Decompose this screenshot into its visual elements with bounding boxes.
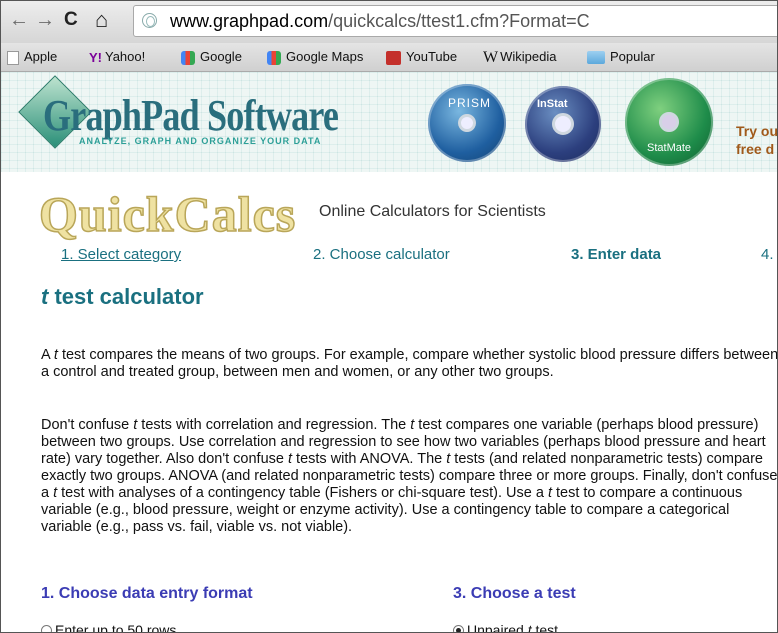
bookmark-apple[interactable]: Apple [7,48,57,66]
back-button[interactable]: ← [9,10,29,30]
url-text: www.graphpad.com/quickcalcs/ttest1.cfm?F… [170,11,590,31]
graphpad-banner: GraphPad Software ANALYZE, GRAPH AND ORG… [1,72,777,172]
graphpad-logo-text[interactable]: GraphPad Software [43,90,339,141]
home-button[interactable]: ⌂ [95,9,108,31]
youtube-icon [386,50,401,65]
option-enter-50-rows[interactable]: Enter up to 50 rows. [41,622,180,632]
intro-paragraph: A t test compares the means of two group… [41,347,777,380]
yahoo-icon: Y! [89,49,102,65]
step-choose-calculator: 2. Choose calculator [313,246,450,263]
folder-icon [587,51,605,65]
statmate-cd-icon[interactable]: StatMate [625,78,713,166]
quickcalcs-logo[interactable]: QuickCalcs [38,185,296,243]
bookmarks-bar: Apple Y! Yahoo! Google Google Maps YouTub… [1,43,777,72]
step-select-category[interactable]: 1. Select category [61,246,181,263]
browser-toolbar: ← → C ⌂ www.graphpad.com/quickcalcs/ttes… [1,1,777,43]
page-title: t test calculator [41,284,204,309]
graphpad-tagline: ANALYZE, GRAPH AND ORGANIZE YOUR DATA [79,136,322,146]
section-choose-format: 1. Choose data entry format [41,585,253,602]
bookmark-youtube[interactable]: YouTube [386,48,457,66]
bookmark-folder-popular[interactable]: Popular [587,48,655,66]
bookmark-yahoo[interactable]: Y! Yahoo! [89,48,145,66]
radio-unpaired-t-test[interactable] [453,625,464,632]
bookmark-google-maps[interactable]: Google Maps [267,48,363,66]
wikipedia-icon: W [483,48,499,66]
radio-enter-50-rows[interactable] [41,625,52,632]
web-page: GraphPad Software ANALYZE, GRAPH AND ORG… [1,72,777,632]
google-icon [181,50,195,65]
address-bar[interactable]: www.graphpad.com/quickcalcs/ttest1.cfm?F… [133,5,777,37]
google-maps-icon [267,50,281,65]
browser-window: ← → C ⌂ www.graphpad.com/quickcalcs/ttes… [0,0,778,633]
bookmark-google[interactable]: Google [181,48,242,66]
option-unpaired-t-test[interactable]: Unpaired t test. [453,622,562,632]
globe-icon [142,13,157,28]
forward-button[interactable]: → [35,10,55,30]
confusion-paragraph: Don't confuse t tests with correlation a… [41,417,777,535]
reload-button[interactable]: C [64,10,78,30]
section-choose-test: 3. Choose a test [453,585,576,602]
apple-page-icon [7,50,19,65]
step-4: 4. [761,246,774,263]
quickcalcs-subtitle: Online Calculators for Scientists [319,203,546,220]
step-enter-data: 3. Enter data [571,246,662,263]
instat-cd-icon[interactable]: InStat [525,86,601,162]
prism-cd-icon[interactable]: PRISM [428,84,506,162]
try-free-promo[interactable]: Try ou free d [736,122,777,158]
bookmark-wikipedia[interactable]: W Wikipedia [483,48,556,66]
